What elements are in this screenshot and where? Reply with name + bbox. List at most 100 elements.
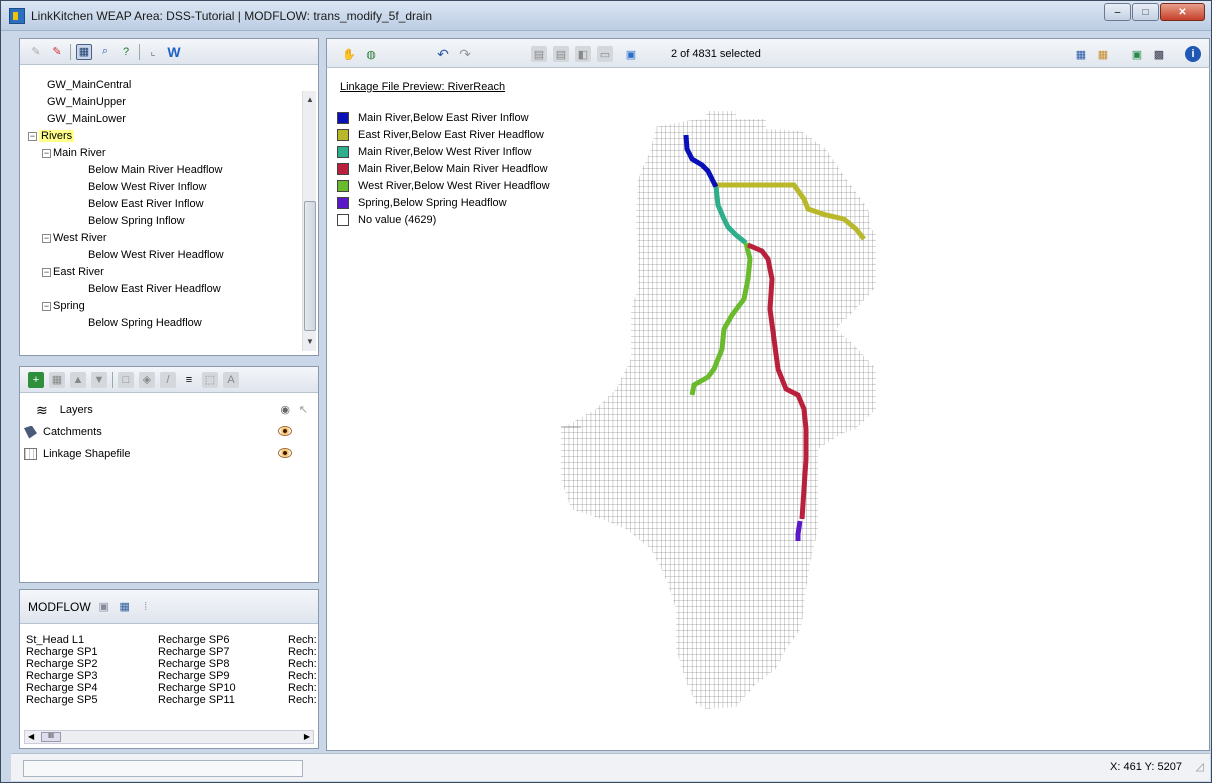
spring-path [795,520,803,541]
tree-toolbar: ✎ ✎ ▦ ⌕ ? ⌞ W [20,39,318,65]
close-button[interactable]: ✕ [1160,3,1205,21]
modflow-hscroll[interactable]: ◀ III ▶ [24,730,314,744]
modflow-cell[interactable]: Recharge SP1 [26,646,158,658]
tree-item[interactable]: Below Spring Headflow [28,315,296,332]
undo-icon[interactable]: ↶ [435,46,451,62]
scroll-left-icon[interactable]: ◀ [28,731,34,743]
tree-item[interactable]: GW_MainUpper [28,94,296,111]
export-icon[interactable]: ▣ [1129,46,1145,62]
info-icon[interactable]: i [1185,46,1201,62]
tree-item[interactable]: − West River [28,230,296,247]
modflow-toolbar: MODFLOW ▣ ▦ ⁞ [20,590,318,624]
bucket-icon[interactable]: ▣ [96,599,112,615]
clear-selection-icon[interactable]: ▭ [597,46,613,62]
maximize-button[interactable]: □ [1132,3,1159,21]
modflow-cell[interactable]: Rech: [288,658,328,670]
tree-item[interactable]: Below Spring Inflow [28,213,296,230]
tree-scrollbar[interactable]: ▲ ▼ [302,91,316,351]
tree-item[interactable]: − Main River [28,145,296,162]
eye-icon[interactable] [278,426,292,436]
modflow-cell[interactable]: St_Head L1 [26,634,158,646]
save-icon[interactable]: ▩ [1151,46,1167,62]
tree-item-rivers[interactable]: − Rivers [28,128,296,145]
modflow-cell[interactable]: Recharge SP6 [158,634,288,646]
select-all-icon[interactable]: ▤ [531,46,547,62]
modflow-cell[interactable]: Recharge SP8 [158,658,288,670]
select-query-icon[interactable]: ◧ [575,46,591,62]
edit-icon[interactable]: ✎ [28,44,44,60]
delete-edit-icon[interactable]: ✎ [49,44,65,60]
modflow-cell[interactable]: Recharge SP2 [26,658,158,670]
modflow-cell[interactable]: Recharge SP4 [26,682,158,694]
modflow-cell[interactable]: Rech: [288,634,328,646]
tree-item[interactable]: Below East River Headflow [28,281,296,298]
tree-item[interactable]: − East River [28,264,296,281]
collapse-icon[interactable]: − [28,131,37,141]
attribute-table-icon[interactable]: ▦ [1073,46,1089,62]
select-invert-icon[interactable]: ▤ [553,46,569,62]
pointer-icon: ↖ [298,404,308,416]
zoom-selection-icon[interactable]: ▣ [623,46,639,62]
scroll-thumb[interactable] [304,201,316,331]
edit-table-icon[interactable]: ▦ [1095,46,1111,62]
add-layer-icon[interactable]: + [28,371,44,388]
layers-stack-icon: ≋ [36,402,48,418]
layer-row-linkage-shapefile[interactable]: Linkage Shapefile [24,443,314,465]
weap-icon[interactable]: W [166,44,182,60]
layers-header: ≋ Layers ◉ ↖ [24,399,314,421]
collapse-icon[interactable]: − [42,301,51,311]
paint-icon[interactable]: ◈ [139,371,155,388]
tree-item[interactable]: GW_MainCentral [28,77,296,94]
modflow-cell[interactable]: Recharge SP5 [26,694,158,706]
collapse-icon[interactable]: − [42,148,51,158]
query-icon[interactable]: ? [118,44,134,60]
collapse-icon[interactable]: − [42,233,51,243]
tree-item[interactable]: Below Main River Headflow [28,162,296,179]
chart-icon[interactable]: ⌞ [145,44,161,60]
modflow-cell[interactable]: Rech: [288,646,328,658]
modflow-cell[interactable]: Rech: [288,682,328,694]
move-up-icon[interactable]: ▲ [70,371,86,388]
modflow-cell[interactable]: Recharge SP3 [26,670,158,682]
modflow-cell[interactable]: Recharge SP10 [158,682,288,694]
globe-icon[interactable]: ◍ [363,46,379,62]
eye-icon[interactable] [278,448,292,458]
layer-row-catchments[interactable]: Catchments [24,421,314,443]
scroll-thumb[interactable]: III [41,732,61,742]
remove-layer-icon[interactable]: ▦ [49,371,65,388]
tree-item[interactable]: Below East River Inflow [28,196,296,213]
legend-item: Main River,Below Main River Headflow [337,160,550,177]
scroll-right-icon[interactable]: ▶ [304,731,310,743]
tree-item[interactable]: GW_MainLower [28,111,296,128]
modflow-cell[interactable]: Rech: [288,670,328,682]
preview-title: Linkage File Preview: RiverReach [340,81,506,93]
label-icon[interactable]: A [223,371,239,388]
scroll-up-icon[interactable]: ▲ [303,93,317,107]
scroll-down-icon[interactable]: ▼ [303,335,317,349]
grid-settings-icon[interactable]: ⁞ [138,599,154,615]
zoom-icon[interactable]: ⌕ [97,44,113,60]
tree-item[interactable]: Below West River Headflow [28,247,296,264]
status-bar: X: 461 Y: 5207 ◿ [11,753,1210,781]
tree-item[interactable]: − Spring [28,298,296,315]
collapse-icon[interactable]: − [42,267,51,277]
pencil-icon[interactable]: / [160,371,176,388]
modflow-cell[interactable]: Recharge SP9 [158,670,288,682]
modflow-cell[interactable]: Recharge SP7 [158,646,288,658]
fill-icon[interactable]: □ [118,371,134,388]
table-icon[interactable]: ▦ [76,43,92,60]
modflow-cell[interactable]: Rech: [288,694,328,706]
layers-list: ≋ Layers ◉ ↖ Catchments Linkage Shapefil… [24,399,314,465]
modflow-cell[interactable]: Recharge SP11 [158,694,288,706]
move-down-icon[interactable]: ▼ [91,371,107,388]
select-icon[interactable]: ⬚ [202,371,218,388]
redo-icon[interactable]: ↷ [457,46,473,62]
pan-hand-icon[interactable]: ✋ [341,46,357,62]
cursor-coordinates: X: 461 Y: 5207 [1110,761,1182,773]
line-style-icon[interactable]: ≡ [181,372,197,388]
tree-item[interactable]: Below West River Inflow [28,179,296,196]
table-icon[interactable]: ▦ [117,599,133,615]
model-grid-map[interactable] [556,109,876,727]
minimize-button[interactable]: ‒ [1104,3,1131,21]
resize-grip-icon[interactable]: ◿ [1196,760,1204,773]
